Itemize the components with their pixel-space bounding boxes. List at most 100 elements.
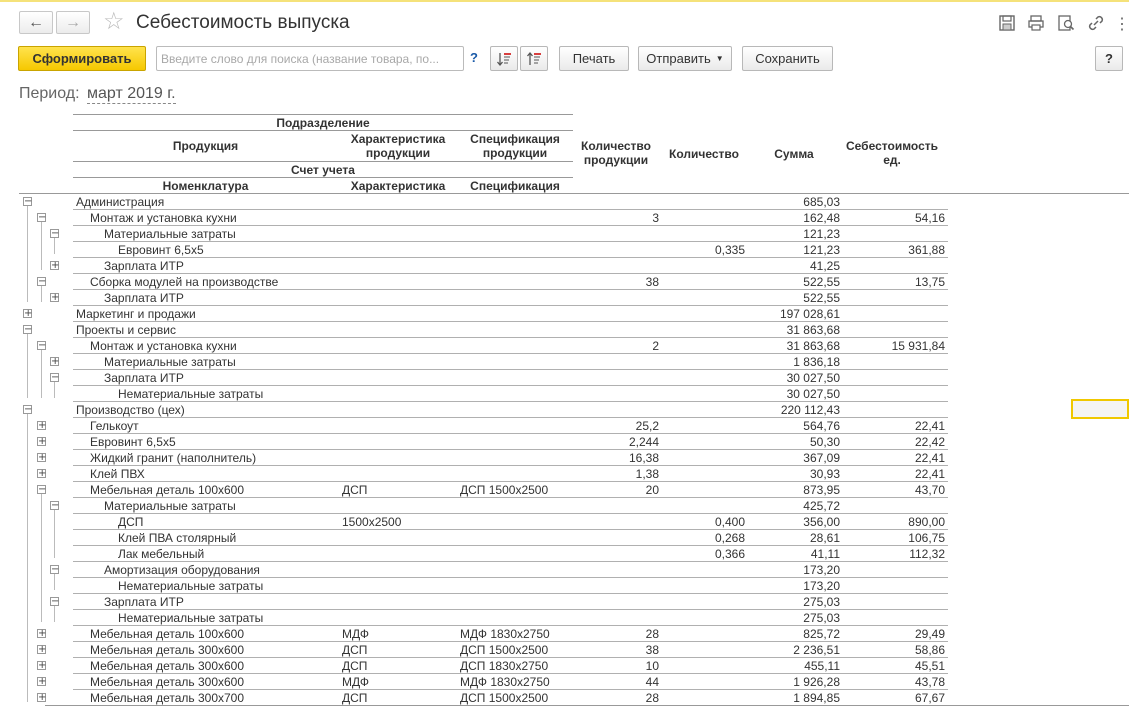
row-unit-cost: 22,42 — [914, 435, 945, 449]
save-button[interactable]: Сохранить — [742, 46, 833, 71]
send-button[interactable]: Отправить ▼ — [638, 46, 732, 71]
row-sum: 31 863,68 — [786, 339, 840, 353]
generate-button[interactable]: Сформировать — [18, 46, 146, 71]
table-row[interactable]: ДСП 1500х2500 0,400 356,00 890,00 — [19, 514, 948, 530]
expand-icon[interactable]: + — [50, 293, 59, 303]
table-row[interactable]: − Зарплата ИТР 275,03 — [19, 594, 948, 610]
table-row[interactable]: + Жидкий гранит (наполнитель) 16,38 367,09 2… — [19, 450, 948, 466]
row-name: Зарплата ИТР — [104, 259, 184, 273]
collapse-icon[interactable]: − — [37, 213, 46, 223]
save-disk-icon[interactable] — [998, 14, 1016, 32]
table-row[interactable]: − Зарплата ИТР 30 027,50 — [19, 370, 948, 386]
row-sum: 455,11 — [804, 659, 840, 673]
table-row[interactable]: Евровинт 6,5х5 0,335 121,23 361,88 — [19, 242, 948, 258]
expand-icon[interactable]: + — [23, 309, 32, 319]
row-product-qty: 16,38 — [628, 451, 659, 465]
row-sum: 28,61 — [809, 531, 840, 545]
expand-icon[interactable]: + — [37, 677, 46, 687]
collapse-icon[interactable]: − — [50, 229, 59, 239]
help-button[interactable]: ? — [1095, 46, 1123, 71]
header-nomenclature: Номенклатура — [162, 179, 249, 193]
table-row[interactable]: + Мебельная деталь 300х700 ДСП ДСП 1500х250… — [19, 690, 948, 706]
table-row[interactable]: − Сборка модулей на производстве 38 522,55 1… — [19, 274, 948, 290]
favorite-star-icon[interactable]: ☆ — [103, 9, 125, 35]
collapse-icon[interactable]: − — [23, 325, 32, 335]
table-row[interactable]: + Мебельная деталь 300х600 ДСП ДСП 1500х250… — [19, 642, 948, 658]
table-row[interactable]: − Материальные затраты 425,72 — [19, 498, 948, 514]
period-selector[interactable]: март 2019 г. — [87, 85, 176, 104]
table-row[interactable]: Нематериальные затраты 275,03 — [19, 610, 948, 626]
expand-icon[interactable]: + — [37, 661, 46, 671]
expand-all-button[interactable] — [490, 46, 518, 71]
back-button[interactable]: ← — [19, 11, 53, 34]
print-icon[interactable] — [1027, 14, 1045, 32]
arrow-right-icon: → — [65, 13, 81, 31]
table-row[interactable]: + Материальные затраты 1 836,18 — [19, 354, 948, 370]
table-row[interactable]: + Маркетинг и продажи 197 028,61 — [19, 306, 948, 322]
row-product-qty: 2,244 — [628, 435, 659, 449]
expand-icon[interactable]: + — [50, 261, 59, 271]
collapse-icon[interactable]: − — [50, 373, 59, 383]
collapse-all-button[interactable] — [520, 46, 548, 71]
arrow-left-icon: ← — [28, 13, 44, 31]
expand-icon[interactable]: + — [50, 357, 59, 367]
table-row[interactable]: Нематериальные затраты 30 027,50 — [19, 386, 948, 402]
expand-icon[interactable]: + — [37, 421, 46, 431]
table-row[interactable]: − Производство (цех) 220 112,43 — [19, 402, 948, 418]
row-product-qty: 44 — [645, 675, 659, 689]
row-name: Мебельная деталь 300х600 — [90, 675, 245, 689]
more-icon[interactable]: ⋮ — [1114, 14, 1129, 33]
table-row[interactable]: + Мебельная деталь 300х600 ДСП ДСП 1830х275… — [19, 658, 948, 674]
expand-icon[interactable]: + — [37, 437, 46, 447]
table-row[interactable]: − Проекты и сервис 31 863,68 — [19, 322, 948, 338]
expand-icon[interactable]: + — [37, 469, 46, 479]
selected-cell[interactable] — [1071, 399, 1129, 419]
header-account: Счет учета — [291, 163, 355, 177]
table-row[interactable]: Нематериальные затраты 173,20 — [19, 578, 948, 594]
row-name: Мебельная деталь 300х700 — [90, 691, 245, 705]
collapse-icon[interactable]: − — [50, 597, 59, 607]
header-line-2 — [73, 161, 573, 162]
row-qty: 0,400 — [714, 515, 745, 529]
row-product-qty: 2 — [652, 339, 659, 353]
search-input[interactable]: Введите слово для поиска (название товар… — [156, 46, 464, 71]
row-name: Жидкий гранит (наполнитель) — [90, 451, 257, 465]
row-sum: 425,72 — [803, 499, 840, 513]
table-row[interactable]: Клей ПВА столярный 0,268 28,61 106,75 — [19, 530, 948, 546]
table-row[interactable]: − Администрация 685,03 — [19, 194, 948, 210]
expand-icon[interactable]: + — [37, 693, 46, 703]
table-row[interactable]: + Клей ПВХ 1,38 30,93 22,41 — [19, 466, 948, 482]
table-row[interactable]: + Зарплата ИТР 41,25 — [19, 258, 948, 274]
expand-icon[interactable]: + — [37, 453, 46, 463]
collapse-icon[interactable]: − — [37, 277, 46, 287]
row-unit-cost: 13,75 — [914, 275, 945, 289]
row-sum: 197 028,61 — [779, 307, 840, 321]
collapse-icon[interactable]: − — [50, 501, 59, 511]
collapse-icon[interactable]: − — [23, 197, 32, 207]
search-help-link[interactable]: ? — [470, 50, 478, 65]
print-button[interactable]: Печать — [559, 46, 629, 71]
expand-icon[interactable]: + — [37, 645, 46, 655]
table-row[interactable]: + Гелькоут 25,2 564,76 22,41 — [19, 418, 948, 434]
table-row[interactable]: Лак мебельный 0,366 41,11 112,32 — [19, 546, 948, 562]
collapse-icon[interactable]: − — [50, 565, 59, 575]
row-name: Мебельная деталь 100х600 — [90, 627, 245, 641]
table-row[interactable]: + Зарплата ИТР 522,55 — [19, 290, 948, 306]
expand-icon[interactable]: + — [37, 629, 46, 639]
table-row[interactable]: + Мебельная деталь 100х600 МДФ МДФ 1830х275… — [19, 626, 948, 642]
collapse-icon[interactable]: − — [37, 485, 46, 495]
table-row[interactable]: − Монтаж и установка кухни 3 162,48 54,16 — [19, 210, 948, 226]
table-row[interactable]: − Мебельная деталь 100х600 ДСП ДСП 1500х250… — [19, 482, 948, 498]
link-icon[interactable] — [1087, 14, 1105, 32]
collapse-icon[interactable]: − — [37, 341, 46, 351]
table-row[interactable]: + Евровинт 6,5х5 2,244 50,30 22,42 — [19, 434, 948, 450]
table-row[interactable]: − Монтаж и установка кухни 2 31 863,68 15 93… — [19, 338, 948, 354]
row-characteristic: 1500х2500 — [342, 515, 402, 529]
table-row[interactable]: − Амортизация оборудования 173,20 — [19, 562, 948, 578]
forward-button[interactable]: → — [56, 11, 90, 34]
table-row[interactable]: + Мебельная деталь 300х600 МДФ МДФ 1830х275… — [19, 674, 948, 690]
collapse-icon[interactable]: − — [23, 405, 32, 415]
row-name: Материальные затраты — [104, 355, 236, 369]
preview-icon[interactable] — [1057, 14, 1075, 32]
table-row[interactable]: − Материальные затраты 121,23 — [19, 226, 948, 242]
